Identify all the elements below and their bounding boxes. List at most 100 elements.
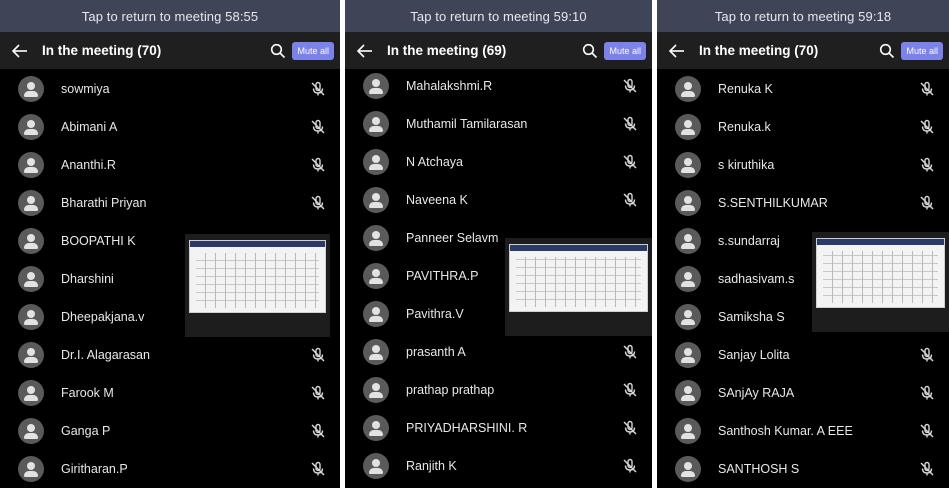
- search-icon[interactable]: [264, 43, 292, 59]
- search-icon[interactable]: [873, 43, 901, 59]
- mic-off-icon: [310, 157, 326, 173]
- person-icon: [363, 377, 389, 403]
- screen-share-thumbnail[interactable]: [185, 234, 330, 337]
- person-icon: [363, 339, 389, 365]
- shared-slide: [189, 240, 326, 313]
- person-icon: [675, 418, 701, 444]
- mic-off-icon: [310, 119, 326, 135]
- person-icon: [363, 111, 389, 137]
- participant-name: Sanjay Lolita: [718, 348, 790, 362]
- person-icon: [18, 304, 44, 330]
- participant-row[interactable]: prasanth A: [345, 333, 652, 371]
- mic-off-icon: [310, 461, 326, 477]
- slide-floor-plan: [196, 253, 319, 308]
- participant-name: Muthamil Tamilarasan: [406, 117, 528, 131]
- participant-row[interactable]: Renuka.k: [657, 108, 949, 146]
- participant-row[interactable]: prathap prathap: [345, 371, 652, 409]
- participant-row[interactable]: Muthamil Tamilarasan: [345, 105, 652, 143]
- person-icon: [363, 187, 389, 213]
- participant-row[interactable]: Sanjay Lolita: [657, 336, 949, 374]
- participant-row[interactable]: Santhosh Kumar. A EEE: [657, 412, 949, 450]
- participant-name: SANTHOSH S: [718, 462, 800, 476]
- slide-header-bar: [510, 245, 647, 251]
- mute-all-button[interactable]: Mute all: [604, 41, 646, 60]
- mute-all-button[interactable]: Mute all: [292, 41, 334, 60]
- participant-row[interactable]: Naveena K: [345, 181, 652, 219]
- return-to-meeting-banner[interactable]: Tap to return to meeting 58:55: [0, 0, 340, 32]
- person-icon: [18, 418, 44, 444]
- screen-share-thumbnail[interactable]: [812, 232, 949, 332]
- arrow-left-icon[interactable]: [0, 43, 40, 58]
- participant-name: Renuka K: [718, 82, 773, 96]
- person-icon: [18, 380, 44, 406]
- person-icon: [675, 76, 701, 102]
- participant-name: Abimani A: [61, 120, 118, 134]
- participant-name: Mahalakshmi.R: [406, 79, 493, 93]
- person-icon: [675, 114, 701, 140]
- participant-row[interactable]: Giritharan.P: [0, 450, 340, 488]
- mic-off-icon: [622, 458, 638, 474]
- mic-off-icon: [919, 195, 935, 211]
- participant-row[interactable]: N Atchaya: [345, 143, 652, 181]
- person-icon: [363, 149, 389, 175]
- mic-off-icon: [310, 195, 326, 211]
- participant-row[interactable]: Dr.I. Alagarasan: [0, 336, 340, 374]
- person-icon: [675, 228, 701, 254]
- person-icon: [675, 304, 701, 330]
- return-to-meeting-banner[interactable]: Tap to return to meeting 59:18: [657, 0, 949, 32]
- return-to-meeting-banner[interactable]: Tap to return to meeting 59:10: [345, 0, 652, 32]
- participants-header: In the meeting (69) Mute all: [345, 32, 652, 69]
- participant-row[interactable]: sowmiya: [0, 70, 340, 108]
- mic-off-icon: [919, 81, 935, 97]
- shared-slide: [509, 244, 648, 312]
- participant-name: Bharathi Priyan: [61, 196, 147, 210]
- person-icon: [675, 266, 701, 292]
- arrow-left-icon[interactable]: [657, 43, 697, 58]
- mic-off-icon: [622, 382, 638, 398]
- person-icon: [675, 342, 701, 368]
- mic-off-icon: [622, 344, 638, 360]
- participant-name: prasanth A: [406, 345, 466, 359]
- slide-floor-plan: [516, 257, 641, 307]
- mic-off-icon: [919, 119, 935, 135]
- participant-name: PRIYADHARSHINI. R: [406, 421, 528, 435]
- participant-name: Renuka.k: [718, 120, 771, 134]
- person-icon: [675, 380, 701, 406]
- person-icon: [363, 263, 389, 289]
- mute-all-button[interactable]: Mute all: [901, 41, 943, 60]
- person-icon: [18, 190, 44, 216]
- participant-row[interactable]: Bharathi Priyan: [0, 184, 340, 222]
- participant-row[interactable]: SAnjAy RAJA: [657, 374, 949, 412]
- mic-off-icon: [622, 78, 638, 94]
- mic-off-icon: [919, 423, 935, 439]
- mic-off-icon: [622, 420, 638, 436]
- person-icon: [18, 76, 44, 102]
- person-icon: [18, 152, 44, 178]
- participant-name: N Atchaya: [406, 155, 463, 169]
- mic-off-icon: [310, 81, 326, 97]
- mic-off-icon: [919, 385, 935, 401]
- slide-header-bar: [190, 241, 325, 247]
- person-icon: [18, 228, 44, 254]
- mic-off-icon: [310, 347, 326, 363]
- person-icon: [18, 114, 44, 140]
- search-icon[interactable]: [576, 43, 604, 59]
- participant-row[interactable]: Ranjith K: [345, 447, 652, 485]
- participant-name: Ananthi.R: [61, 158, 116, 172]
- participant-row[interactable]: s kiruthika: [657, 146, 949, 184]
- participant-row[interactable]: Ananthi.R: [0, 146, 340, 184]
- slide-floor-plan: [823, 251, 938, 303]
- mic-off-icon: [919, 347, 935, 363]
- participant-row[interactable]: Abimani A: [0, 108, 340, 146]
- participant-row[interactable]: Mahalakshmi.R: [345, 67, 652, 105]
- participant-row[interactable]: Ganga P: [0, 412, 340, 450]
- participant-row[interactable]: Farook M: [0, 374, 340, 412]
- participant-row[interactable]: PRIYADHARSHINI. R: [345, 409, 652, 447]
- arrow-left-icon[interactable]: [345, 43, 385, 58]
- participant-row[interactable]: Renuka K: [657, 70, 949, 108]
- screen-share-thumbnail[interactable]: [505, 238, 652, 336]
- participant-row[interactable]: SANTHOSH S: [657, 450, 949, 488]
- participant-row[interactable]: S.SENTHILKUMAR: [657, 184, 949, 222]
- participant-name: sowmiya: [61, 82, 110, 96]
- participant-name: SAnjAy RAJA: [718, 386, 795, 400]
